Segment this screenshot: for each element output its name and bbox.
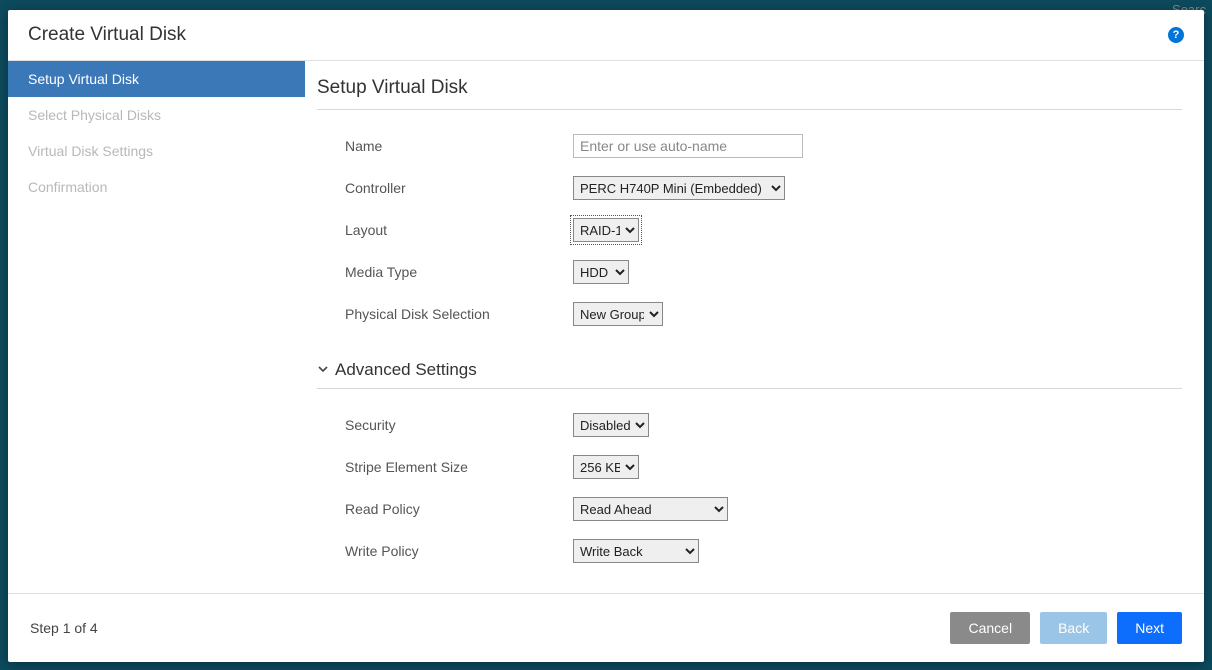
footer-button-group: Cancel Back Next (950, 612, 1182, 644)
sidebar-item-confirmation[interactable]: Confirmation (8, 169, 305, 205)
stripe-element-size-select[interactable]: 256 KB (573, 455, 639, 479)
chevron-down-icon (317, 360, 329, 380)
write-policy-select[interactable]: Write Back (573, 539, 699, 563)
row-media-type: Media Type HDD (317, 260, 1182, 284)
label-physical-disk-selection: Physical Disk Selection (345, 306, 573, 322)
read-policy-select[interactable]: Read Ahead (573, 497, 728, 521)
row-security: Security Disabled (317, 413, 1182, 437)
name-input[interactable] (573, 134, 803, 158)
content-scroll-area[interactable]: Setup Virtual Disk Name Controller PERC … (305, 61, 1204, 593)
create-virtual-disk-modal: Create Virtual Disk ? Setup Virtual Disk… (8, 10, 1204, 662)
physical-disk-selection-select[interactable]: New Group (573, 302, 663, 326)
media-type-select[interactable]: HDD (573, 260, 629, 284)
label-name: Name (345, 138, 573, 154)
step-indicator: Step 1 of 4 (30, 620, 98, 636)
row-name: Name (317, 134, 1182, 158)
cancel-button[interactable]: Cancel (950, 612, 1030, 644)
layout-select[interactable]: RAID-1 (573, 218, 639, 242)
row-stripe-element-size: Stripe Element Size 256 KB (317, 455, 1182, 479)
modal-header: Create Virtual Disk ? (8, 10, 1204, 61)
security-select[interactable]: Disabled (573, 413, 649, 437)
back-button[interactable]: Back (1040, 612, 1107, 644)
next-button[interactable]: Next (1117, 612, 1182, 644)
row-layout: Layout RAID-1 (317, 218, 1182, 242)
label-read-policy: Read Policy (345, 501, 573, 517)
sidebar-item-select-physical-disks[interactable]: Select Physical Disks (8, 97, 305, 133)
sidebar-item-setup-virtual-disk[interactable]: Setup Virtual Disk (8, 61, 305, 97)
label-write-policy: Write Policy (345, 543, 573, 559)
label-security: Security (345, 417, 573, 433)
row-write-policy: Write Policy Write Back (317, 539, 1182, 563)
wizard-sidebar: Setup Virtual Disk Select Physical Disks… (8, 61, 305, 593)
modal-body: Setup Virtual Disk Select Physical Disks… (8, 61, 1204, 593)
advanced-settings-title: Advanced Settings (335, 360, 477, 380)
modal-footer: Step 1 of 4 Cancel Back Next (8, 593, 1204, 662)
row-physical-disk-selection: Physical Disk Selection New Group (317, 302, 1182, 326)
controller-select[interactable]: PERC H740P Mini (Embedded) (573, 176, 785, 200)
label-media-type: Media Type (345, 264, 573, 280)
advanced-settings-toggle[interactable]: Advanced Settings (317, 360, 1182, 389)
label-layout: Layout (345, 222, 573, 238)
section-title: Setup Virtual Disk (317, 77, 1182, 110)
row-read-policy: Read Policy Read Ahead (317, 497, 1182, 521)
label-stripe-element-size: Stripe Element Size (345, 459, 573, 475)
label-controller: Controller (345, 180, 573, 196)
modal-title: Create Virtual Disk (28, 24, 186, 46)
row-controller: Controller PERC H740P Mini (Embedded) (317, 176, 1182, 200)
help-icon[interactable]: ? (1168, 27, 1184, 43)
sidebar-item-virtual-disk-settings[interactable]: Virtual Disk Settings (8, 133, 305, 169)
